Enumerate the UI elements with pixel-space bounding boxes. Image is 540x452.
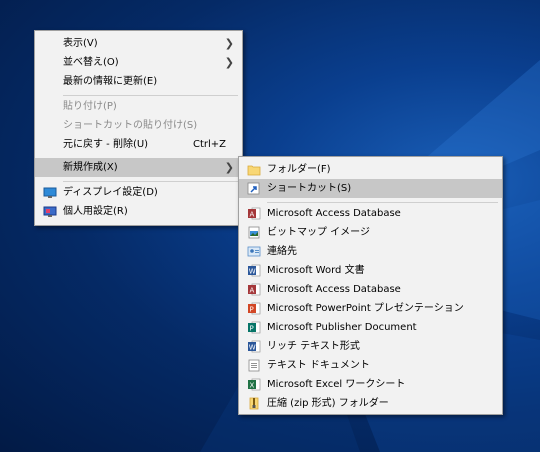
svg-text:P: P <box>250 306 254 314</box>
svg-text:X: X <box>250 382 255 390</box>
menu-item-refresh[interactable]: 最新の情報に更新(E) <box>35 72 242 91</box>
access-icon: A <box>247 283 261 296</box>
menu-item-label: 新規作成(X) <box>63 162 118 173</box>
submenu-item-access-database-2[interactable]: A Microsoft Access Database <box>239 280 502 299</box>
menu-item-view[interactable]: 表示(V) ❯ <box>35 34 242 53</box>
submenu-item-excel[interactable]: X Microsoft Excel ワークシート <box>239 375 502 394</box>
submenu-item-label: フォルダー(F) <box>267 164 331 175</box>
submenu-item-label: Microsoft Access Database <box>267 208 401 219</box>
powerpoint-icon: P <box>247 302 261 315</box>
submenu-item-word-document[interactable]: W Microsoft Word 文書 <box>239 261 502 280</box>
submenu-item-label: 圧縮 (zip 形式) フォルダー <box>267 398 389 409</box>
excel-icon: X <box>247 378 261 391</box>
publisher-icon: P <box>247 321 261 334</box>
svg-text:P: P <box>250 325 254 333</box>
submenu-item-label: Microsoft PowerPoint プレゼンテーション <box>267 303 464 314</box>
menu-item-personalize[interactable]: 個人用設定(R) <box>35 202 242 221</box>
submenu-item-zip-folder[interactable]: 圧縮 (zip 形式) フォルダー <box>239 394 502 413</box>
submenu-item-powerpoint[interactable]: P Microsoft PowerPoint プレゼンテーション <box>239 299 502 318</box>
submenu-item-shortcut[interactable]: ショートカット(S) <box>239 179 502 198</box>
personalize-icon <box>43 205 57 218</box>
menu-item-label: 個人用設定(R) <box>63 206 128 217</box>
menu-item-label: 貼り付け(P) <box>63 101 117 112</box>
text-document-icon <box>247 359 261 372</box>
menu-item-label: ショートカットの貼り付け(S) <box>63 120 198 131</box>
submenu-item-text-document[interactable]: テキスト ドキュメント <box>239 356 502 375</box>
new-submenu: フォルダー(F) ショートカット(S) A Microsoft Access D… <box>238 156 503 415</box>
submenu-item-access-database[interactable]: A Microsoft Access Database <box>239 204 502 223</box>
submenu-item-contact[interactable]: 連絡先 <box>239 242 502 261</box>
menu-item-label: ディスプレイ設定(D) <box>63 187 158 198</box>
chevron-right-icon: ❯ <box>224 161 234 174</box>
chevron-right-icon: ❯ <box>224 37 234 50</box>
menu-item-label: 並べ替え(O) <box>63 57 119 68</box>
menu-item-paste[interactable]: 貼り付け(P) <box>35 97 242 116</box>
submenu-item-label: Microsoft Publisher Document <box>267 322 417 333</box>
menu-item-label: 表示(V) <box>63 38 98 49</box>
menu-item-undo-delete[interactable]: 元に戻す - 削除(U) Ctrl+Z <box>35 135 242 154</box>
submenu-item-label: Microsoft Access Database <box>267 284 401 295</box>
access-icon: A <box>247 207 261 220</box>
rtf-icon: W <box>247 340 261 353</box>
menu-item-sort[interactable]: 並べ替え(O) ❯ <box>35 53 242 72</box>
submenu-item-rich-text[interactable]: W リッチ テキスト形式 <box>239 337 502 356</box>
submenu-item-publisher[interactable]: P Microsoft Publisher Document <box>239 318 502 337</box>
submenu-item-bitmap[interactable]: ビットマップ イメージ <box>239 223 502 242</box>
menu-separator <box>63 181 238 182</box>
svg-text:A: A <box>250 211 255 219</box>
menu-separator <box>267 202 498 203</box>
desktop-context-menu: 表示(V) ❯ 並べ替え(O) ❯ 最新の情報に更新(E) 貼り付け(P) ショ… <box>34 30 243 226</box>
submenu-item-label: Microsoft Excel ワークシート <box>267 379 406 390</box>
submenu-item-label: ショートカット(S) <box>267 183 352 194</box>
zip-folder-icon <box>247 397 261 410</box>
svg-text:W: W <box>249 268 256 276</box>
bitmap-icon <box>247 226 261 239</box>
submenu-item-label: リッチ テキスト形式 <box>267 341 360 352</box>
menu-separator <box>63 95 238 96</box>
menu-item-new[interactable]: 新規作成(X) ❯ <box>35 158 242 177</box>
menu-item-paste-shortcut[interactable]: ショートカットの貼り付け(S) <box>35 116 242 135</box>
folder-icon <box>247 163 261 176</box>
contact-icon <box>247 245 261 258</box>
menu-item-label: 元に戻す - 削除(U) <box>63 139 149 150</box>
chevron-right-icon: ❯ <box>224 56 234 69</box>
shortcut-icon <box>247 182 261 195</box>
menu-item-label: 最新の情報に更新(E) <box>63 76 158 87</box>
svg-text:A: A <box>250 287 255 295</box>
menu-item-display-settings[interactable]: ディスプレイ設定(D) <box>35 183 242 202</box>
submenu-item-label: ビットマップ イメージ <box>267 227 370 238</box>
word-icon: W <box>247 264 261 277</box>
submenu-item-folder[interactable]: フォルダー(F) <box>239 160 502 179</box>
svg-text:W: W <box>249 344 256 352</box>
submenu-item-label: Microsoft Word 文書 <box>267 265 365 276</box>
submenu-item-label: 連絡先 <box>267 246 297 257</box>
submenu-item-label: テキスト ドキュメント <box>267 360 370 371</box>
shortcut-text: Ctrl+Z <box>192 139 226 150</box>
display-icon <box>43 186 57 199</box>
